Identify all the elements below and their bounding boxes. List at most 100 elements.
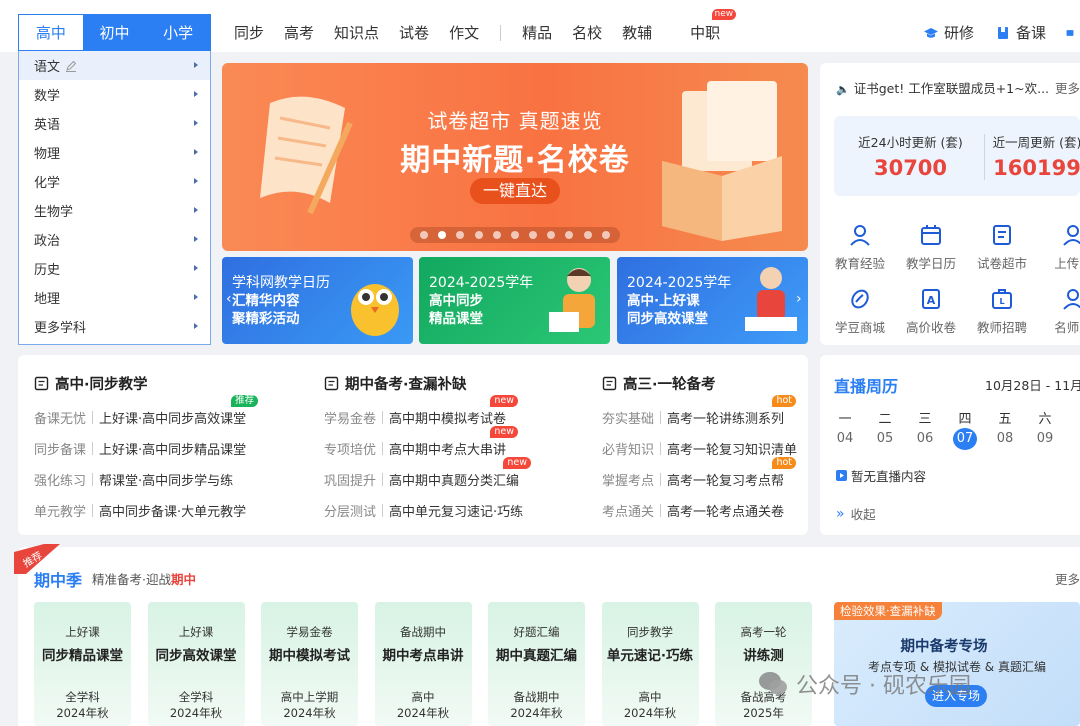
lesson-prep-button[interactable]: 备课 — [996, 22, 1046, 43]
resource-link[interactable]: 高考一轮复习知识清单 — [667, 439, 797, 458]
document-icon — [993, 225, 1011, 245]
midterm-promo-card[interactable]: 检验效果·查漏补缺 期中备考专场 考点专项 & 模拟试卷 & 真题汇编 进入专场 — [834, 602, 1080, 726]
nav-link-knowledge[interactable]: 知识点 — [334, 22, 379, 43]
resource-link[interactable]: 高中同步备课·大单元教学 — [99, 501, 246, 520]
more-tool-button[interactable] — [1066, 26, 1080, 40]
mini-banner-sync[interactable]: 2024-2025学年 高中同步 精品课堂 — [419, 257, 610, 344]
resource-row[interactable]: 强化练习 帮课堂·高中同步学与练 — [34, 470, 233, 489]
banner-cta-button[interactable]: 一键直达 — [470, 178, 560, 204]
chevron-left-icon[interactable]: ‹ — [226, 291, 232, 307]
stat-label: 近24小时更新 (套) — [858, 135, 963, 150]
resource-row[interactable]: 同步备课 上好课·高中同步精品课堂 — [34, 439, 246, 458]
season-card[interactable]: 备战期中 期中考点串讲 高中 2024年秋 — [374, 602, 472, 726]
resource-link[interactable]: 高中期中考点大串讲 new — [389, 426, 519, 458]
resource-link[interactable]: 高中期中模拟考试卷 new — [389, 395, 519, 427]
subject-more[interactable]: 更多学科 — [19, 312, 210, 341]
resource-row[interactable]: 单元教学 高中同步备课·大单元教学 — [34, 501, 246, 520]
resource-link[interactable]: 高考一轮考点通关卷 — [667, 501, 784, 520]
carousel-dot[interactable] — [420, 231, 429, 239]
resource-row[interactable]: 夯实基础 高考一轮讲练测系列 hot — [602, 395, 797, 427]
resource-row[interactable]: 备课无忧 上好课·高中同步高效课堂 推荐 — [34, 395, 259, 427]
quick-upload-reward[interactable]: 上传奖 — [1043, 223, 1080, 272]
subject-biology[interactable]: 生物学 — [19, 196, 210, 225]
season-card[interactable]: 上好课 同步高效课堂 全学科 2024年秋 — [147, 602, 245, 726]
resource-row[interactable]: 掌握考点 高考一轮复习考点帮 hot — [602, 457, 797, 489]
nav-link-gaokao[interactable]: 高考 — [284, 22, 314, 43]
mini-banner-calendar[interactable]: 学科网教学日历 汇精华内容 聚精彩活动 ‹ — [222, 257, 413, 344]
section-column-title[interactable]: 高三·一轮备考 — [602, 373, 716, 394]
subject-geography[interactable]: 地理 — [19, 283, 210, 312]
resource-row[interactable]: 必背知识 高考一轮复习知识清单 — [602, 439, 797, 458]
quick-paper-purchase[interactable]: A 高价收卷 — [901, 287, 961, 336]
carousel-dot[interactable] — [547, 231, 556, 239]
carousel-dot[interactable] — [492, 231, 501, 239]
carousel-dot[interactable] — [601, 231, 610, 239]
resource-link[interactable]: 上好课·高中同步精品课堂 — [99, 439, 246, 458]
notice-bar[interactable]: 🔈 证书get! 工作室联盟成员+1~欢... 更多 — [836, 78, 1080, 97]
subject-math[interactable]: 数学 — [19, 80, 210, 109]
section-column-title[interactable]: 期中备考·查漏补缺 — [324, 373, 467, 394]
tab-primary[interactable]: 小学 — [146, 15, 210, 50]
resource-row[interactable]: 专项培优 高中期中考点大串讲 new — [324, 426, 519, 458]
subject-english[interactable]: 英语 — [19, 109, 210, 138]
quick-education-experience[interactable]: 教育经验 — [830, 223, 890, 272]
season-card[interactable]: 高考一轮 讲练测 备战高考 2025年 — [715, 602, 812, 726]
notice-more-link[interactable]: 更多 — [1055, 81, 1080, 96]
nav-link-premium[interactable]: 精品 — [522, 22, 552, 43]
tab-senior-high[interactable]: 高中 — [19, 15, 83, 50]
tab-junior-high[interactable]: 初中 — [83, 15, 147, 50]
resource-link[interactable]: 高中期中真题分类汇编 new — [389, 457, 532, 489]
subject-chinese[interactable]: 语文 — [19, 51, 210, 80]
nav-link-essay[interactable]: 作文 — [449, 22, 479, 43]
nav-link-famous-school[interactable]: 名校 — [572, 22, 602, 43]
quick-teacher-jobs[interactable]: L 教师招聘 — [972, 287, 1032, 336]
subject-history[interactable]: 历史 — [19, 254, 210, 283]
collapse-button[interactable]: » 收起 — [836, 504, 876, 523]
day-number[interactable]: 09 — [1033, 428, 1057, 450]
quick-teaching-calendar[interactable]: 教学日历 — [901, 223, 961, 272]
season-card[interactable]: 同步教学 单元速记·巧练 高中 2024年秋 — [601, 602, 699, 726]
resource-row[interactable]: 学易金卷 高中期中模拟考试卷 new — [324, 395, 519, 427]
main-banner[interactable]: 试卷超市 真题速览 期中新题·名校卷 一键直达 — [222, 63, 808, 251]
training-button[interactable]: 研修 — [923, 22, 974, 43]
resource-link[interactable]: 高考一轮讲练测系列 hot — [667, 395, 797, 427]
subject-politics[interactable]: 政治 — [19, 225, 210, 254]
subject-physics[interactable]: 物理 — [19, 138, 210, 167]
quick-famous-teacher[interactable]: 名师来 — [1043, 287, 1080, 336]
resource-link[interactable]: 上好课·高中同步高效课堂 推荐 — [99, 395, 259, 427]
folder-icon — [1066, 29, 1074, 36]
nav-link-vocational[interactable]: 中职 new — [690, 9, 737, 43]
carousel-dot[interactable] — [438, 231, 447, 239]
day-number[interactable]: 08 — [993, 428, 1017, 450]
carousel-dot[interactable] — [583, 231, 592, 239]
nav-link-guides[interactable]: 教辅 — [622, 22, 652, 43]
mini-banner-good-lesson[interactable]: 2024-2025学年 高中·上好课 同步高效课堂 › — [617, 257, 808, 344]
carousel-dot[interactable] — [529, 231, 538, 239]
resource-row[interactable]: 考点通关 高考一轮考点通关卷 — [602, 501, 784, 520]
notice-text: 证书get! 工作室联盟成员+1~欢... — [853, 81, 1050, 96]
carousel-dot[interactable] — [474, 231, 483, 239]
nav-link-sync[interactable]: 同步 — [234, 22, 264, 43]
subject-chemistry[interactable]: 化学 — [19, 167, 210, 196]
season-card[interactable]: 上好课 同步精品课堂 全学科 2024年秋 — [34, 602, 131, 726]
resource-link[interactable]: 高中单元复习速记·巧练 — [389, 501, 523, 520]
quick-bean-mall[interactable]: 学豆商城 — [830, 287, 890, 336]
day-number[interactable]: 05 — [873, 428, 897, 450]
resource-link[interactable]: 帮课堂·高中同步学与练 — [99, 470, 233, 489]
resource-link[interactable]: 高考一轮复习考点帮 hot — [667, 457, 797, 489]
day-number[interactable]: 07 — [953, 428, 977, 450]
resource-row[interactable]: 分层测试 高中单元复习速记·巧练 — [324, 501, 523, 520]
carousel-dot[interactable] — [510, 231, 519, 239]
nav-link-papers[interactable]: 试卷 — [399, 22, 429, 43]
day-number[interactable]: 04 — [833, 428, 857, 450]
day-number[interactable]: 06 — [913, 428, 937, 450]
season-card[interactable]: 学易金卷 期中模拟考试 高中上学期 2024年秋 — [261, 602, 358, 726]
carousel-dot[interactable] — [456, 231, 465, 239]
chevron-right-icon[interactable]: › — [796, 291, 802, 307]
season-card[interactable]: 好题汇编 期中真题汇编 备战期中 2024年秋 — [488, 602, 585, 726]
carousel-dot[interactable] — [565, 231, 574, 239]
resource-row[interactable]: 巩固提升 高中期中真题分类汇编 new — [324, 457, 532, 489]
season-more-link[interactable]: 更多 — [1055, 569, 1080, 588]
quick-paper-market[interactable]: 试卷超市 — [972, 223, 1032, 272]
section-column-title[interactable]: 高中·同步教学 — [34, 373, 148, 394]
